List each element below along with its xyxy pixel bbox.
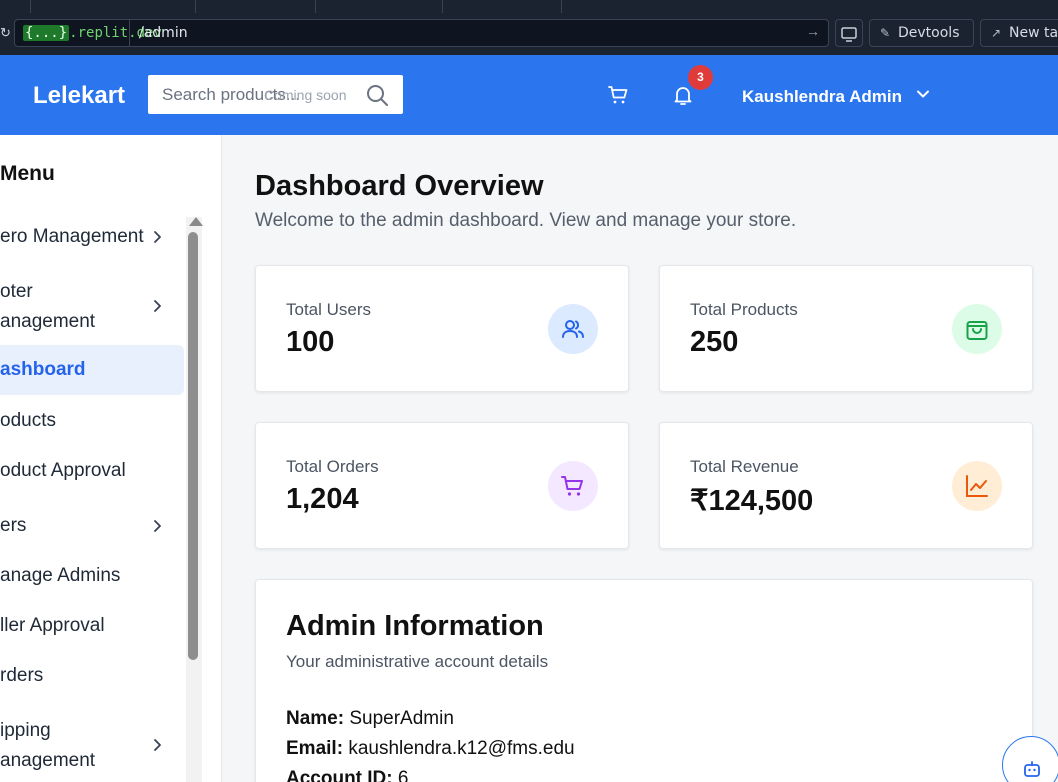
admin-name-label: Name: — [286, 708, 345, 729]
sidebar-item-label: ipping — [0, 720, 51, 741]
app-header: Lelekart Search products... Coming soon … — [0, 55, 1058, 135]
sidebar-item-users[interactable]: ers — [0, 511, 184, 541]
admin-name-value: SuperAdmin — [349, 708, 454, 729]
user-menu-name[interactable]: Kaushlendra Admin — [742, 87, 902, 107]
browser-tab[interactable] — [30, 0, 195, 13]
scrollbar-thumb[interactable] — [188, 232, 198, 660]
admin-email-value: kaushlendra.k12@fms.edu — [348, 738, 575, 759]
sidebar-item-manage-admins[interactable]: anage Admins — [0, 561, 184, 591]
shopping-bag-icon — [952, 304, 1002, 354]
stat-value: ₹124,500 — [690, 485, 814, 517]
stat-value: 100 — [286, 326, 335, 358]
sidebar-item-shipping-management-line2[interactable]: anagement — [0, 746, 184, 776]
url-path: /admin — [139, 25, 188, 41]
sidebar-item-label: anagement — [0, 311, 96, 332]
admin-account-row: Account ID: 6 — [286, 768, 408, 782]
stat-card-users: Total Users 100 — [255, 265, 629, 392]
notification-badge: 3 — [688, 65, 713, 90]
search-icon[interactable] — [365, 83, 389, 107]
sidebar-item-label: ller Approval — [0, 615, 105, 636]
sidebar-item-label: oduct Approval — [0, 460, 126, 481]
devtools-button[interactable]: ✎ Devtools — [869, 19, 974, 47]
admin-email-label: Email: — [286, 738, 344, 759]
devtools-label: Devtools — [898, 25, 960, 41]
sidebar-item-label: rders — [0, 665, 44, 686]
cart-icon — [548, 461, 598, 511]
stat-card-revenue: Total Revenue ₹124,500 — [659, 422, 1033, 549]
url-host-prefix: {...} — [23, 25, 70, 41]
browser-tab[interactable] — [442, 0, 562, 13]
stat-card-products: Total Products 250 — [659, 265, 1033, 392]
external-link-icon: ↗ — [990, 26, 1002, 40]
stat-card-orders: Total Orders 1,204 — [255, 422, 629, 549]
chevron-down-icon[interactable] — [914, 85, 932, 103]
stat-label: Total Revenue — [690, 457, 799, 476]
admin-info-card: Admin Information Your administrative ac… — [255, 579, 1033, 782]
monitor-icon — [841, 27, 857, 42]
new-tab-button[interactable]: ↗ New ta — [980, 19, 1058, 47]
robot-icon — [1024, 761, 1040, 777]
sidebar-item-orders[interactable]: rders — [0, 661, 184, 691]
sidebar-item-footer-management[interactable]: oter — [0, 277, 184, 312]
sidebar-item-label: anage Admins — [0, 565, 121, 586]
sidebar-item-products[interactable]: oducts — [0, 406, 184, 436]
sidebar-item-label: oducts — [0, 410, 56, 431]
browser-tab[interactable] — [315, 0, 442, 13]
sidebar-scrollbar[interactable] — [186, 217, 203, 782]
menu-title: Menu — [0, 162, 55, 185]
admin-info-subtitle: Your administrative account details — [286, 652, 549, 671]
reload-icon[interactable]: ↻ — [0, 25, 11, 41]
page-title: Dashboard Overview — [255, 170, 544, 202]
sidebar-item-hero-management[interactable]: ero Management — [0, 222, 184, 252]
sidebar-item-seller-approval[interactable]: ller Approval — [0, 611, 184, 641]
stat-label: Total Orders — [286, 457, 379, 476]
sidebar-item-label: ers — [0, 515, 27, 536]
sidebar-item-product-approval[interactable]: oduct Approval — [0, 456, 184, 486]
admin-info-title: Admin Information — [286, 610, 544, 642]
browser-toolbar: ↻ {...} .replit.dev /admin → ✎ Devtools ↗ N… — [0, 13, 1058, 55]
chevron-right-icon — [154, 231, 161, 243]
stat-label: Total Products — [690, 300, 798, 319]
wrench-icon: ✎ — [879, 26, 891, 40]
search-input[interactable]: Search products... Coming soon — [148, 75, 403, 114]
go-arrow-icon[interactable]: → — [806, 23, 820, 39]
admin-name-row: Name: SuperAdmin — [286, 708, 454, 730]
cart-icon[interactable] — [606, 83, 630, 107]
trend-chart-icon — [952, 461, 1002, 511]
sidebar-item-label: anagement — [0, 750, 96, 771]
scroll-up-arrow-icon[interactable] — [189, 217, 203, 226]
logo[interactable]: Lelekart — [33, 82, 125, 110]
chevron-right-icon — [154, 520, 161, 532]
sidebar: Menu ero Management oter anagement ashbo… — [0, 135, 222, 782]
new-tab-label: New ta — [1009, 25, 1058, 41]
chatbot-button[interactable] — [1002, 736, 1058, 782]
address-bar[interactable]: {...} .replit.dev /admin → — [14, 19, 829, 47]
sidebar-item-dashboard[interactable]: ashboard — [0, 345, 184, 395]
screen-cast-button[interactable] — [835, 19, 863, 47]
url-divider — [129, 20, 130, 46]
admin-account-value: 6 — [397, 768, 409, 782]
sidebar-item-label: ero Management — [0, 226, 144, 247]
page-subtitle: Welcome to the admin dashboard. View and… — [255, 210, 797, 231]
sidebar-item-shipping-management[interactable]: ipping — [0, 716, 184, 751]
browser-tab-strip — [0, 0, 1058, 13]
stat-value: 1,204 — [286, 483, 359, 515]
sidebar-item-footer-management-line2[interactable]: anagement — [0, 307, 184, 337]
users-icon — [548, 304, 598, 354]
stat-label: Total Users — [286, 300, 372, 319]
sidebar-item-label: oter — [0, 281, 33, 302]
browser-tab[interactable] — [195, 0, 315, 13]
admin-email-row: Email: kaushlendra.k12@fms.edu — [286, 738, 575, 760]
stat-value: 250 — [690, 326, 739, 358]
search-coming-soon: Coming soon — [264, 87, 347, 103]
admin-account-label: Account ID: — [286, 768, 393, 782]
sidebar-item-label: ashboard — [0, 359, 86, 380]
